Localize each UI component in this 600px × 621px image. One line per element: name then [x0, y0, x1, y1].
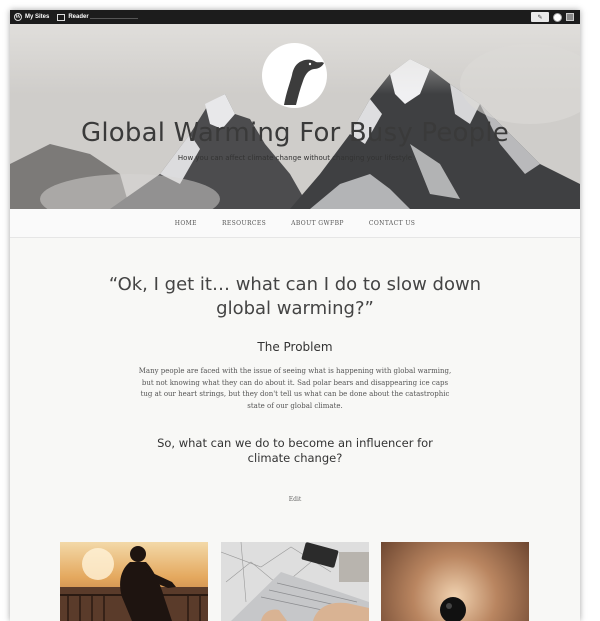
thumbnail-cyclist[interactable]	[60, 542, 208, 621]
hero-header: Global Warming For Busy People How you c…	[10, 24, 580, 209]
nav-item-contact[interactable]: CONTACT US	[369, 220, 415, 227]
write-button[interactable]: ✎	[531, 12, 549, 22]
reader-label: Reader	[68, 14, 89, 20]
cyclist-sunset-image	[60, 546, 208, 621]
browser-frame: W My Sites Reader ✎ Global Warming For B…	[10, 10, 580, 621]
problem-paragraph: Many people are faced with the issue of …	[138, 367, 452, 410]
my-sites-label: My Sites	[25, 14, 50, 20]
thumbnail-laptop[interactable]	[221, 542, 369, 621]
problem-heading: The Problem	[257, 340, 333, 354]
pencil-icon: ✎	[537, 14, 543, 21]
reader-link[interactable]: Reader	[57, 13, 89, 21]
thumbnail-microphone[interactable]	[381, 542, 529, 621]
admin-bar: W My Sites Reader ✎	[10, 10, 580, 24]
edit-link[interactable]: Edit	[10, 496, 580, 503]
nav-item-home[interactable]: HOME	[175, 220, 197, 227]
my-sites-link[interactable]: W My Sites	[14, 13, 49, 21]
question-heading: So, what can we do to become an influenc…	[157, 436, 433, 465]
page-headline: “Ok, I get it… what can I do to slow dow…	[108, 274, 482, 319]
main-navigation: HOME RESOURCES ABOUT GWFBP CONTACT US	[10, 209, 580, 238]
wordpress-icon: W	[14, 13, 22, 21]
site-tagline: How you can affect climate change withou…	[177, 154, 413, 162]
avatar[interactable]	[553, 12, 562, 22]
microphone-image	[440, 597, 466, 621]
admin-bar-divider	[90, 18, 138, 19]
site-title[interactable]: Global Warming For Busy People	[10, 118, 580, 148]
nav-item-about[interactable]: ABOUT GWFBP	[291, 220, 344, 227]
polar-bear-logo-icon	[284, 59, 324, 105]
notifications-icon[interactable]	[566, 13, 574, 21]
nav-item-resources[interactable]: RESOURCES	[222, 220, 266, 227]
reader-icon	[57, 13, 66, 21]
laptop-map-image	[221, 542, 369, 621]
site-logo[interactable]	[262, 43, 327, 108]
